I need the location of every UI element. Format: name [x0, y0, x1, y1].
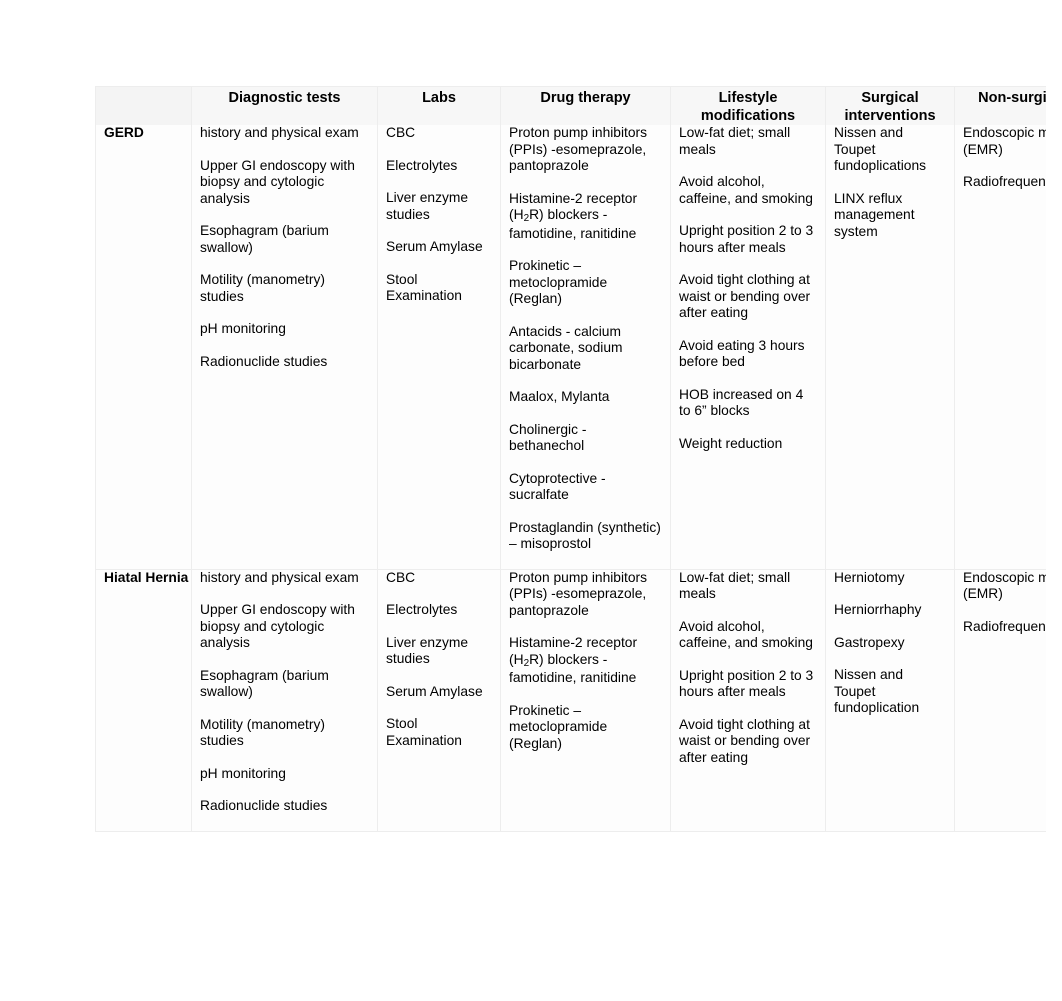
list-item: Prokinetic – metoclopramide (Reglan) — [509, 702, 608, 751]
column-header-lifestyle-modifications: Lifestyle modifications — [670, 86, 826, 125]
list-non-surgical-interventions: Endoscopic mucosal resection (EMR) Radiof… — [963, 570, 1046, 636]
list-drug-therapy: Proton pump inhibitors (PPIs) -esomepraz… — [509, 570, 662, 753]
column-header-condition — [95, 86, 192, 125]
list-item: Prostaglandin (synthetic) – misoprostol — [509, 519, 661, 552]
list-item: Stool Examination — [386, 716, 462, 748]
column-header-drug-therapy: Drug therapy — [500, 86, 671, 125]
list-item: Upright position 2 to 3 hours after meal… — [679, 667, 814, 700]
comparison-table-container: Diagnostic tests Labs Drug therapy Lifes… — [95, 86, 1046, 832]
list-item: Liver enzyme studies — [386, 634, 469, 667]
list-item: Upper GI endoscopy with biopsy and cytol… — [200, 157, 355, 206]
list-surgical-interventions: Herniotomy Herniorrhaphy Gastropexy Nissen … — [834, 570, 946, 717]
list-item: Proton pump inhibitors (PPIs) -esomepraz… — [509, 569, 648, 618]
column-header-diagnostic-tests: Diagnostic tests — [191, 86, 378, 125]
list-item: Motility (manometry) studies — [200, 272, 325, 304]
document-page: Diagnostic tests Labs Drug therapy Lifes… — [0, 0, 1046, 1001]
table-header: Diagnostic tests Labs Drug therapy Lifes… — [95, 86, 1046, 125]
list-item: CBC — [386, 125, 416, 140]
cell-hiatal-hernia-drug-therapy: Proton pump inhibitors (PPIs) -esomepraz… — [500, 569, 671, 832]
list-item: Histamine-2 receptor (H2R) blockers - fa… — [509, 635, 638, 685]
cell-gerd-diagnostic-tests: history and physical exam Upper GI endosc… — [191, 125, 378, 570]
list-item: Electrolytes — [386, 157, 458, 173]
row-label-hiatal-hernia: Hiatal Hernia — [95, 569, 192, 832]
list-item: HOB increased on 4 to 6” blocks — [679, 386, 804, 419]
list-item: Low-fat diet; small meals — [679, 569, 791, 602]
column-header-surgical-interventions: Surgical interventions — [825, 86, 955, 125]
list-item: Endoscopic mucosal resection (EMR) — [963, 569, 1046, 602]
list-item: Prokinetic – metoclopramide (Reglan) — [509, 258, 608, 306]
list-item: Avoid tight clothing at waist or bending… — [679, 272, 811, 320]
cell-gerd-drug-therapy: Proton pump inhibitors (PPIs) -esomepraz… — [500, 125, 671, 570]
column-header-labs: Labs — [377, 86, 501, 125]
list-item: Nissen and Toupet fundoplication — [834, 667, 920, 715]
header-row: Diagnostic tests Labs Drug therapy Lifes… — [95, 86, 1046, 125]
cell-hiatal-hernia-surgical-interventions: Herniotomy Herniorrhaphy Gastropexy Nissen … — [825, 569, 955, 832]
list-item: Proton pump inhibitors (PPIs) -esomepraz… — [509, 125, 648, 173]
cell-gerd-lifestyle-modifications: Low-fat diet; small meals Avoid alcohol, … — [670, 125, 826, 570]
list-item: Radiofrequency ablation — [963, 618, 1046, 634]
list-item: Radionuclide studies — [200, 798, 328, 813]
table-row: Hiatal Hernia history and physical exam U… — [95, 569, 1046, 832]
list-item: pH monitoring — [200, 765, 286, 781]
list-item: Esophagram (barium swallow) — [200, 223, 329, 255]
table-body: GERD history and physical exam Upper GI e… — [95, 125, 1046, 832]
list-lifestyle-modifications: Low-fat diet; small meals Avoid alcohol, … — [679, 570, 817, 767]
cell-hiatal-hernia-labs: CBC Electrolytes Liver enzyme studies Serum… — [377, 569, 501, 832]
list-item: Avoid eating 3 hours before bed — [679, 337, 805, 370]
list-item: Serum Amylase — [386, 239, 483, 254]
cell-gerd-labs: CBC Electrolytes Liver enzyme studies Serum… — [377, 125, 501, 570]
list-item: Herniorrhaphy — [834, 602, 922, 617]
gerd-hiatal-hernia-comparison-table: Diagnostic tests Labs Drug therapy Lifes… — [95, 86, 1046, 832]
cell-gerd-non-surgical-interventions: Endoscopic mucosal resection (EMR) Radiof… — [954, 125, 1046, 570]
list-item: history and physical exam — [200, 125, 359, 140]
list-item: Radiofrequency ablation — [963, 174, 1046, 189]
list-item: Radionuclide studies — [200, 353, 328, 369]
list-item: Histamine-2 receptor (H2R) blockers - fa… — [509, 190, 638, 241]
table-row: GERD history and physical exam Upper GI e… — [95, 125, 1046, 570]
list-labs: CBC Electrolytes Liver enzyme studies Serum… — [386, 125, 492, 305]
list-drug-therapy: Proton pump inhibitors (PPIs) -esomepraz… — [509, 125, 662, 553]
list-item: history and physical exam — [200, 569, 359, 585]
row-label-gerd: GERD — [95, 125, 192, 570]
list-item: Electrolytes — [386, 602, 458, 617]
list-item: Gastropexy — [834, 634, 905, 650]
list-item: CBC — [386, 569, 416, 585]
list-surgical-interventions: Nissen and Toupet fundoplications LINX re… — [834, 125, 946, 240]
list-item: Antacids - calcium carbonate, sodium bic… — [509, 323, 623, 372]
list-lifestyle-modifications: Low-fat diet; small meals Avoid alcohol, … — [679, 125, 817, 452]
list-non-surgical-interventions: Endoscopic mucosal resection (EMR) Radiof… — [963, 125, 1046, 191]
list-item: Avoid alcohol, caffeine, and smoking — [679, 618, 813, 651]
list-item: pH monitoring — [200, 321, 286, 336]
list-item: Cytoprotective - sucralfate — [509, 470, 606, 503]
cell-hiatal-hernia-diagnostic-tests: history and physical exam Upper GI endosc… — [191, 569, 378, 832]
list-diagnostic-tests: history and physical exam Upper GI endosc… — [200, 570, 369, 815]
list-item: Endoscopic mucosal resection (EMR) — [963, 125, 1046, 157]
cell-hiatal-hernia-lifestyle-modifications: Low-fat diet; small meals Avoid alcohol, … — [670, 569, 826, 832]
list-item: Stool Examination — [386, 271, 462, 304]
list-labs: CBC Electrolytes Liver enzyme studies Serum… — [386, 570, 492, 750]
list-item: Upright position 2 to 3 hours after meal… — [679, 223, 814, 255]
list-item: Weight reduction — [679, 435, 783, 451]
list-item: Avoid tight clothing at waist or bending… — [679, 716, 811, 765]
list-item: Upper GI endoscopy with biopsy and cytol… — [200, 602, 355, 650]
list-item: Nissen and Toupet fundoplications — [834, 125, 927, 173]
list-item: Motility (manometry) studies — [200, 716, 325, 749]
list-item: Serum Amylase — [386, 683, 483, 699]
list-item: Liver enzyme studies — [386, 190, 469, 222]
list-item: Low-fat diet; small meals — [679, 125, 791, 157]
list-item: LINX reflux management system — [834, 190, 915, 239]
column-header-non-surgical-interventions: Non-surgical interventions — [954, 86, 1046, 125]
cell-gerd-surgical-interventions: Nissen and Toupet fundoplications LINX re… — [825, 125, 955, 570]
list-item: Esophagram (barium swallow) — [200, 667, 329, 700]
list-item: Herniotomy — [834, 569, 905, 585]
list-item: Avoid alcohol, caffeine, and smoking — [679, 174, 813, 206]
list-item: Maalox, Mylanta — [509, 389, 610, 404]
list-diagnostic-tests: history and physical exam Upper GI endosc… — [200, 125, 369, 370]
cell-hiatal-hernia-non-surgical-interventions: Endoscopic mucosal resection (EMR) Radiof… — [954, 569, 1046, 832]
list-item: Cholinergic - bethanechol — [509, 421, 587, 454]
